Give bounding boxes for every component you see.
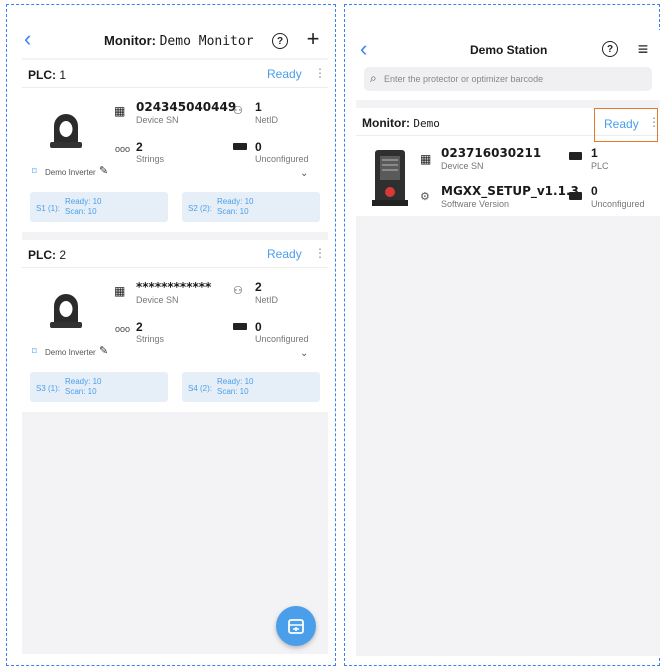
ready-highlight-box [594, 108, 658, 142]
plc-card-2: PLC: 2 Ready ⋮ ▦ ************ Device SN … [22, 240, 328, 412]
netid-value: 2 [255, 280, 262, 294]
more-icon[interactable]: ⋮ [314, 67, 326, 79]
strings-label: Strings [136, 154, 165, 164]
software-version-value: MGXX_SETUP_v1.1.3 [441, 184, 579, 198]
more-icon[interactable]: ⋮ [314, 247, 326, 259]
page-title: Monitor: Demo Monitor [104, 33, 254, 49]
ct-sensor-image [50, 114, 82, 148]
help-icon[interactable]: ? [272, 33, 288, 49]
software-icon: ⚙ [420, 191, 430, 203]
bookmark-icon: ⌑ [32, 346, 37, 356]
unconfigured-label: Unconfigured [255, 154, 309, 164]
status-ready[interactable]: Ready [267, 247, 302, 261]
left-screen: ‹ Monitor: Demo Monitor ? + PLC: 1 Ready… [22, 22, 328, 654]
edit-icon[interactable]: ✎ [99, 344, 108, 357]
monitor-label: Monitor: Demo [362, 116, 440, 130]
unconfigured-value: 0 [255, 320, 262, 334]
edit-icon[interactable]: ✎ [99, 164, 108, 177]
plc-card-header: PLC: 1 Ready ⋮ [22, 60, 328, 88]
plc-label: PLC: 1 [28, 68, 67, 82]
menu-icon[interactable]: ≡ [632, 39, 654, 59]
strings-value: 2 [136, 320, 143, 334]
strings-icon: ooo [115, 144, 131, 154]
back-icon[interactable]: ‹ [24, 28, 31, 50]
strings-icon: ooo [115, 324, 131, 334]
device-icon [569, 192, 582, 200]
barcode-search-input[interactable]: ⌕ Enter the protector or optimizer barco… [364, 67, 652, 91]
strings-value: 2 [136, 140, 143, 154]
netid-label: NetID [255, 295, 279, 305]
device-sn-label: Device SN [136, 115, 179, 125]
unconfigured-value: 0 [255, 140, 262, 154]
strings-label: Strings [136, 334, 165, 344]
status-ready[interactable]: Ready [267, 67, 302, 81]
device-sn-label: Device SN [441, 161, 484, 171]
string-chip-s2[interactable]: S2 (2): Ready: 10 Scan: 10 [182, 192, 320, 222]
device-sn-value: 024345040449 [136, 100, 237, 114]
string-chip-s1[interactable]: S1 (1): Ready: 10 Scan: 10 [30, 192, 168, 222]
help-icon[interactable]: ? [602, 41, 618, 57]
toolbox-icon [288, 619, 304, 634]
inverter-label: Demo Inverter [45, 348, 96, 357]
chevron-down-icon[interactable]: ⌄ [300, 348, 308, 359]
plc-card-header: PLC: 2 Ready ⋮ [22, 240, 328, 268]
inverter-label: Demo Inverter [45, 168, 96, 177]
search-icon: ⌕ [370, 71, 377, 85]
qr-code-icon: ▦ [114, 104, 126, 118]
plc-label: PLC [591, 161, 609, 171]
unconfigured-value: 0 [591, 184, 598, 198]
device-sn-value: ************ [136, 280, 212, 294]
network-icon: ⚇ [233, 105, 243, 117]
plc-device-icon [569, 152, 582, 160]
device-sn-label: Device SN [136, 295, 179, 305]
device-sn-value: 023716030211 [441, 146, 542, 160]
netid-value: 1 [255, 100, 262, 114]
qr-code-icon: ▦ [114, 284, 126, 298]
monitor-card: Monitor: Demo Ready ⋮ ▦ 023716030211 Dev… [356, 108, 660, 216]
plc-value: 1 [591, 146, 598, 160]
chevron-down-icon[interactable]: ⌄ [300, 168, 308, 179]
string-chip-s4[interactable]: S4 (2): Ready: 10 Scan: 10 [182, 372, 320, 402]
bookmark-icon: ⌑ [32, 166, 37, 176]
software-version-label: Software Version [441, 199, 510, 209]
ct-sensor-image [50, 294, 82, 328]
network-icon: ⚇ [233, 285, 243, 297]
tools-fab-button[interactable] [276, 606, 316, 646]
string-chip-s3[interactable]: S3 (1): Ready: 10 Scan: 10 [30, 372, 168, 402]
unconfigured-label: Unconfigured [591, 199, 645, 209]
right-top-bar: ‹ Demo Station ? ≡ ⌕ Enter the protector… [356, 30, 660, 100]
netid-label: NetID [255, 115, 279, 125]
optimizer-device-image [372, 150, 408, 206]
device-icon [233, 323, 247, 330]
back-icon[interactable]: ‹ [360, 38, 367, 60]
plc-label: PLC: 2 [28, 248, 67, 262]
device-icon [233, 143, 247, 150]
left-top-bar: ‹ Monitor: Demo Monitor ? + [22, 22, 328, 58]
page-title: Demo Station [470, 43, 548, 57]
add-icon[interactable]: + [302, 28, 324, 50]
unconfigured-label: Unconfigured [255, 334, 309, 344]
qr-code-icon: ▦ [420, 152, 432, 166]
right-screen: ‹ Demo Station ? ≡ ⌕ Enter the protector… [356, 30, 660, 656]
plc-card-1: PLC: 1 Ready ⋮ ▦ 024345040449 Device SN … [22, 60, 328, 232]
